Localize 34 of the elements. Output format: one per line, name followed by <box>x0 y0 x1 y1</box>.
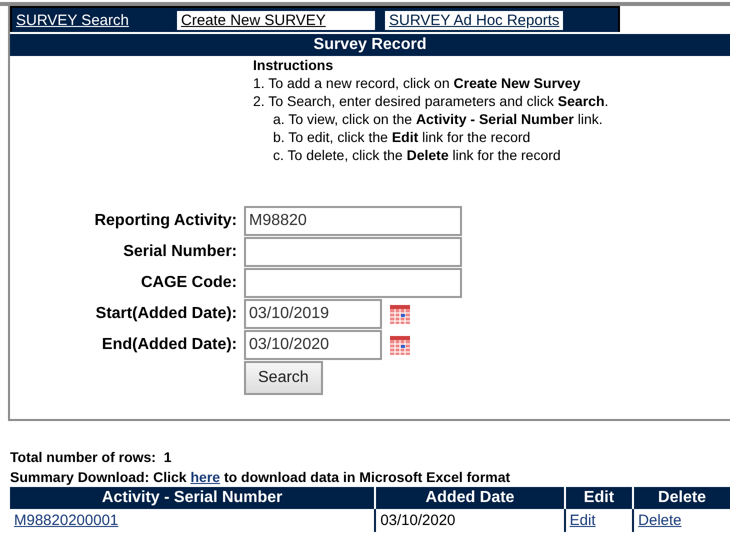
table-link[interactable]: Edit <box>564 509 634 532</box>
tab[interactable]: Create New SURVEY <box>175 9 377 32</box>
table-link[interactable]: M98820200001 <box>10 509 376 532</box>
calendar-icon[interactable] <box>388 302 412 326</box>
calendar-icon[interactable] <box>388 333 412 357</box>
column-header: Delete <box>633 487 730 509</box>
column-header: Activity - Serial Number <box>10 487 376 509</box>
instruction-line: b. To edit, click the Edit link for the record <box>272 128 532 146</box>
instruction-line: 2. To Search, enter desired parameters and click Search. <box>253 92 610 110</box>
instructions-title: Instructions <box>253 56 334 74</box>
row-count: Total number of rows: 1 <box>10 448 173 467</box>
table-cell: 03/10/2020 <box>375 509 565 532</box>
tab[interactable]: SURVEY Search <box>12 11 175 30</box>
date-field[interactable]: 03/10/2019 <box>244 299 382 329</box>
instruction-line: a. To view, click on the Activity - Serial Number link. <box>272 110 604 128</box>
field-label: CAGE Code: <box>140 274 238 292</box>
input-field[interactable] <box>244 268 462 298</box>
table-link[interactable]: Delete <box>633 509 730 532</box>
instruction-line: 1. To add a new record, click on Create New Survey <box>253 74 582 92</box>
section-header: Survey Record <box>10 34 730 56</box>
column-header: Added Date <box>375 487 565 509</box>
column-header: Edit <box>564 487 634 509</box>
input-field[interactable]: M98820 <box>244 206 462 236</box>
search-button[interactable]: Search <box>244 361 323 395</box>
tab[interactable]: SURVEY Ad Hoc Reports <box>385 11 564 30</box>
field-label: Reporting Activity: <box>93 212 238 230</box>
download-text: Summary Download: Click here to download data in Microsoft Excel format <box>10 468 512 487</box>
download-link[interactable]: here <box>190 469 220 485</box>
field-label: Serial Number: <box>122 243 238 261</box>
date-field[interactable]: 03/10/2020 <box>244 330 382 360</box>
input-field[interactable] <box>244 237 462 267</box>
instruction-line: c. To delete, click the Delete link for the record <box>272 146 562 164</box>
field-label: End(Added Date): <box>100 336 238 354</box>
field-label: Start(Added Date): <box>94 305 238 323</box>
